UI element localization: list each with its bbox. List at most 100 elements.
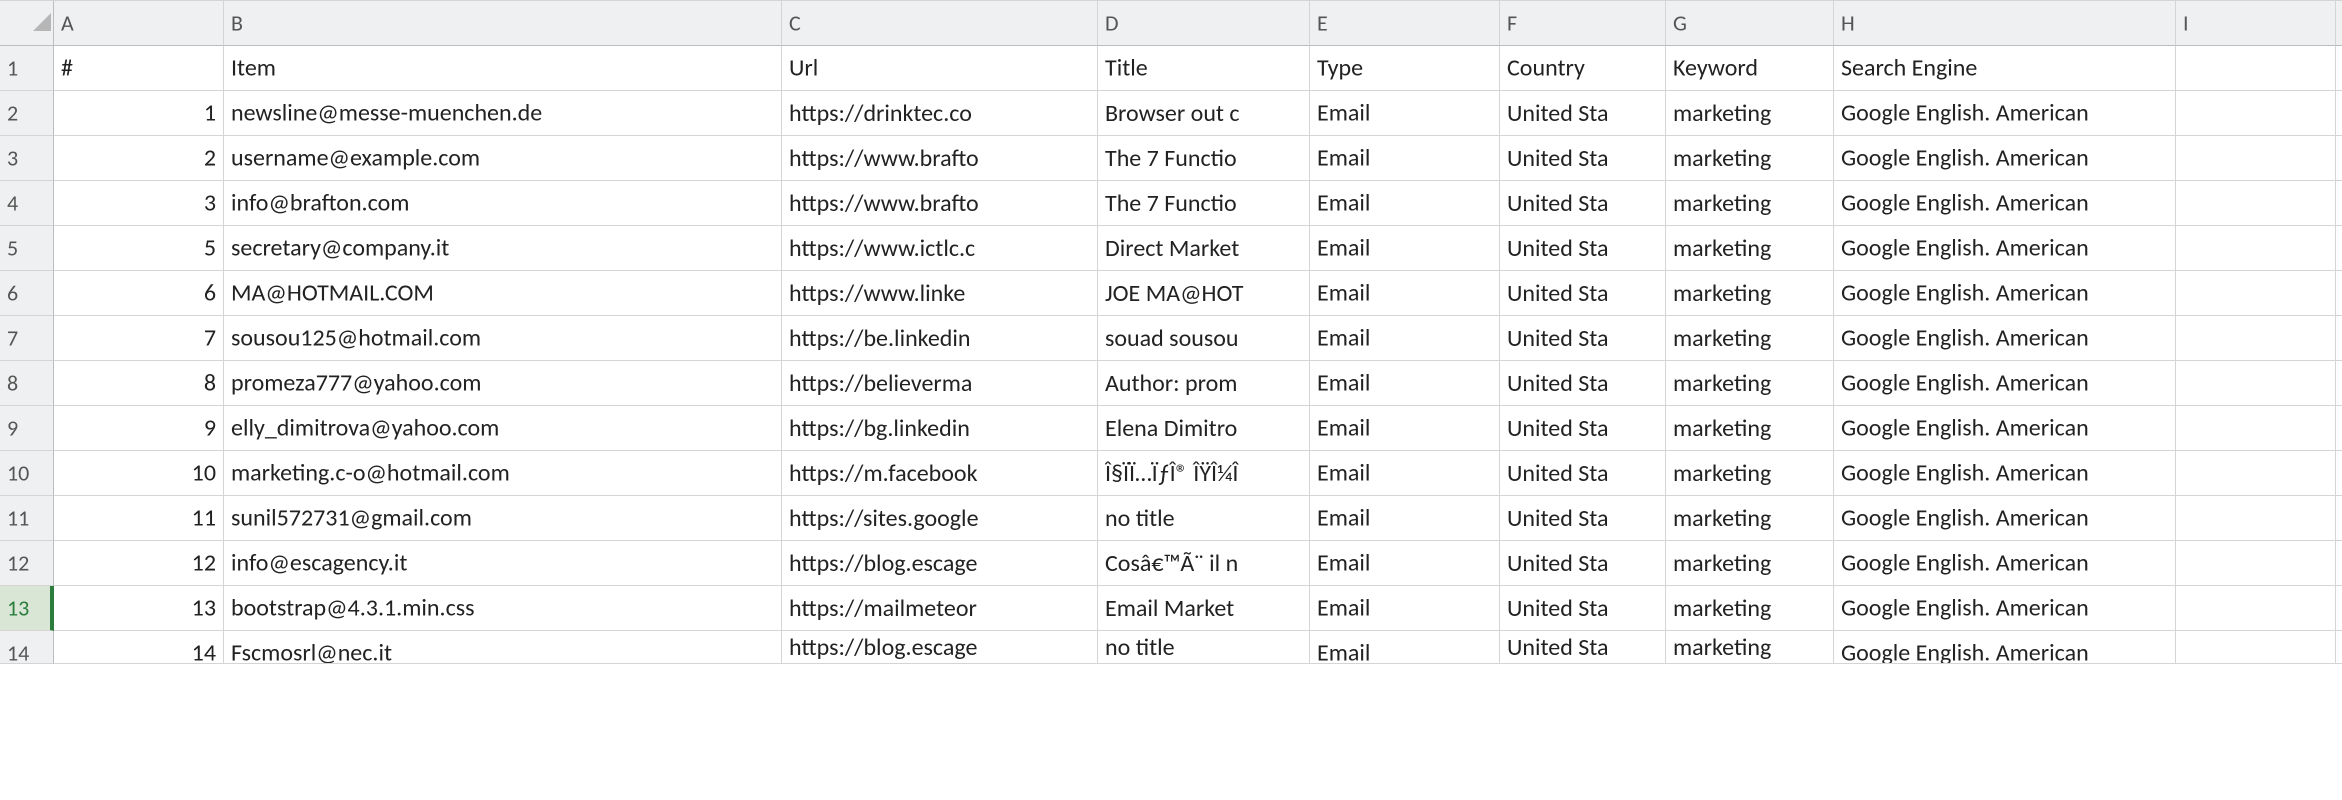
cell-J6[interactable] (2336, 271, 2342, 316)
cell-C4[interactable]: https://www.brafto (782, 181, 1098, 226)
cell-C1[interactable]: Url (782, 46, 1098, 91)
cell-A5[interactable]: 5 (54, 226, 224, 271)
cell-E14[interactable]: Email (1310, 631, 1500, 664)
cell-F1[interactable]: Country (1500, 46, 1666, 91)
cell-J14[interactable] (2336, 631, 2342, 664)
cell-I2[interactable] (2176, 91, 2336, 136)
cell-B11[interactable]: sunil572731@gmail.com (224, 496, 782, 541)
cell-G12[interactable]: marketing (1666, 541, 1834, 586)
cell-J5[interactable] (2336, 226, 2342, 271)
cell-H1[interactable]: Search Engine (1834, 46, 2176, 91)
cell-C13[interactable]: https://mailmeteor (782, 586, 1098, 631)
cell-J2[interactable] (2336, 91, 2342, 136)
cell-A14[interactable]: 14 (54, 631, 224, 664)
cell-D4[interactable]: The 7 Functio (1098, 181, 1310, 226)
cell-J4[interactable] (2336, 181, 2342, 226)
cell-I3[interactable] (2176, 136, 2336, 181)
col-header-I[interactable]: I (2176, 1, 2336, 46)
cell-E1[interactable]: Type (1310, 46, 1500, 91)
cell-C3[interactable]: https://www.brafto (782, 136, 1098, 181)
col-header-J[interactable]: J (2336, 1, 2342, 46)
cell-J8[interactable] (2336, 361, 2342, 406)
row-header-4[interactable]: 4 (0, 181, 54, 226)
cell-B14[interactable]: Fscmosrl@nec.it (224, 631, 782, 664)
cell-F5[interactable]: United Sta (1500, 226, 1666, 271)
cell-F14[interactable]: United Sta (1500, 631, 1666, 664)
row-header-7[interactable]: 7 (0, 316, 54, 361)
cell-B9[interactable]: elly_dimitrova@yahoo.com (224, 406, 782, 451)
cell-E5[interactable]: Email (1310, 226, 1500, 271)
cell-E8[interactable]: Email (1310, 361, 1500, 406)
cell-H10[interactable]: Google English. American (1834, 451, 2176, 496)
cell-D9[interactable]: Elena Dimitro (1098, 406, 1310, 451)
cell-D8[interactable]: Author: prom (1098, 361, 1310, 406)
col-header-B[interactable]: B (224, 1, 782, 46)
cell-H6[interactable]: Google English. American (1834, 271, 2176, 316)
cell-G13[interactable]: marketing (1666, 586, 1834, 631)
cell-A6[interactable]: 6 (54, 271, 224, 316)
cell-E9[interactable]: Email (1310, 406, 1500, 451)
col-header-E[interactable]: E (1310, 1, 1500, 46)
cell-H13[interactable]: Google English. American (1834, 586, 2176, 631)
cell-F2[interactable]: United Sta (1500, 91, 1666, 136)
row-header-3[interactable]: 3 (0, 136, 54, 181)
cell-C11[interactable]: https://sites.google (782, 496, 1098, 541)
cell-B8[interactable]: promeza777@yahoo.com (224, 361, 782, 406)
cell-F7[interactable]: United Sta (1500, 316, 1666, 361)
cell-F10[interactable]: United Sta (1500, 451, 1666, 496)
cell-I8[interactable] (2176, 361, 2336, 406)
cell-G9[interactable]: marketing (1666, 406, 1834, 451)
cell-E7[interactable]: Email (1310, 316, 1500, 361)
cell-F6[interactable]: United Sta (1500, 271, 1666, 316)
cell-E13[interactable]: Email (1310, 586, 1500, 631)
cell-H8[interactable]: Google English. American (1834, 361, 2176, 406)
cell-H14[interactable]: Google English. American (1834, 631, 2176, 664)
cell-G6[interactable]: marketing (1666, 271, 1834, 316)
row-header-10[interactable]: 10 (0, 451, 54, 496)
cell-I13[interactable] (2176, 586, 2336, 631)
cell-F3[interactable]: United Sta (1500, 136, 1666, 181)
cell-E6[interactable]: Email (1310, 271, 1500, 316)
cell-G8[interactable]: marketing (1666, 361, 1834, 406)
cell-H9[interactable]: Google English. American (1834, 406, 2176, 451)
cell-A7[interactable]: 7 (54, 316, 224, 361)
cell-A9[interactable]: 9 (54, 406, 224, 451)
cell-B12[interactable]: info@escagency.it (224, 541, 782, 586)
cell-F13[interactable]: United Sta (1500, 586, 1666, 631)
cell-D11[interactable]: no title (1098, 496, 1310, 541)
cell-C6[interactable]: https://www.linke (782, 271, 1098, 316)
cell-A2[interactable]: 1 (54, 91, 224, 136)
cell-H4[interactable]: Google English. American (1834, 181, 2176, 226)
cell-E10[interactable]: Email (1310, 451, 1500, 496)
cell-C7[interactable]: https://be.linkedin (782, 316, 1098, 361)
cell-E2[interactable]: Email (1310, 91, 1500, 136)
cell-B2[interactable]: newsline@messe-muenchen.de (224, 91, 782, 136)
cell-F11[interactable]: United Sta (1500, 496, 1666, 541)
cell-A8[interactable]: 8 (54, 361, 224, 406)
cell-B3[interactable]: username@example.com (224, 136, 782, 181)
cell-H11[interactable]: Google English. American (1834, 496, 2176, 541)
cell-B13[interactable]: bootstrap@4.3.1.min.css (224, 586, 782, 631)
cell-G7[interactable]: marketing (1666, 316, 1834, 361)
cell-C5[interactable]: https://www.ictlc.c (782, 226, 1098, 271)
cell-A13[interactable]: 13 (54, 586, 224, 631)
cell-D2[interactable]: Browser out c (1098, 91, 1310, 136)
col-header-F[interactable]: F (1500, 1, 1666, 46)
cell-J9[interactable] (2336, 406, 2342, 451)
cell-E4[interactable]: Email (1310, 181, 1500, 226)
cell-I6[interactable] (2176, 271, 2336, 316)
cell-G11[interactable]: marketing (1666, 496, 1834, 541)
row-header-1[interactable]: 1 (0, 46, 54, 91)
cell-A1[interactable]: # (54, 46, 224, 91)
cell-G2[interactable]: marketing (1666, 91, 1834, 136)
cell-G4[interactable]: marketing (1666, 181, 1834, 226)
cell-I12[interactable] (2176, 541, 2336, 586)
col-header-G[interactable]: G (1666, 1, 1834, 46)
row-header-2[interactable]: 2 (0, 91, 54, 136)
cell-C8[interactable]: https://believerma (782, 361, 1098, 406)
cell-J10[interactable] (2336, 451, 2342, 496)
row-header-11[interactable]: 11 (0, 496, 54, 541)
cell-I7[interactable] (2176, 316, 2336, 361)
cell-D13[interactable]: Email Market (1098, 586, 1310, 631)
cell-C10[interactable]: https://m.facebook (782, 451, 1098, 496)
